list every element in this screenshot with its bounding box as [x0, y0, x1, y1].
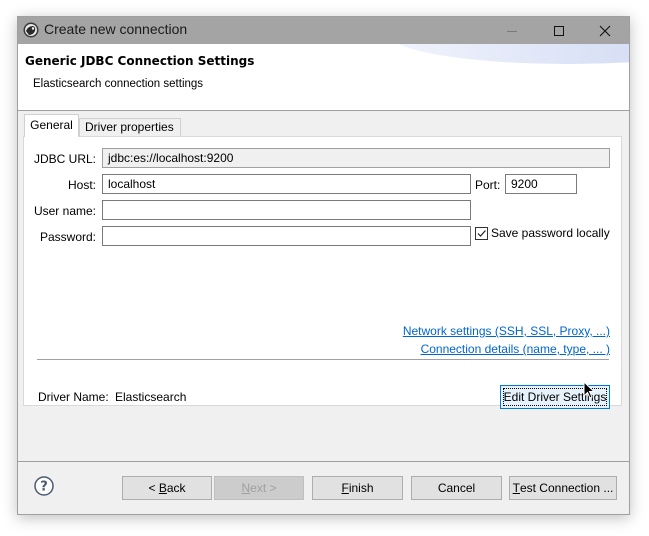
back-prefix: < — [148, 481, 159, 495]
close-icon — [599, 25, 611, 36]
save-password-checkbox[interactable] — [475, 226, 488, 240]
window-title: Create new connection — [44, 21, 188, 37]
back-rest: ack — [166, 481, 186, 495]
minimize-icon — [507, 30, 517, 32]
tab-general[interactable]: General — [24, 114, 79, 137]
wizard-header: Generic JDBC Connection Settings Elastic… — [18, 44, 629, 111]
cancel-button[interactable]: Cancel — [411, 476, 502, 500]
username-label: User name: — [33, 204, 96, 218]
page-description: Elasticsearch connection settings — [33, 78, 204, 90]
driver-name-label: Driver Name: — [38, 390, 109, 404]
next-button[interactable]: Next > — [214, 476, 304, 500]
finish-mnemonic: F — [341, 481, 349, 495]
divider — [37, 359, 609, 360]
password-label: Password: — [39, 230, 96, 244]
general-tab-panel: JDBC URL: jdbc:es://localhost:9200 Host:… — [23, 136, 622, 409]
checkmark-icon — [477, 229, 486, 237]
back-mnemonic: B — [158, 481, 167, 495]
tab-driver-properties[interactable]: Driver properties — [79, 118, 181, 136]
back-button[interactable]: < Back — [122, 476, 212, 500]
svg-text:?: ? — [40, 480, 48, 495]
test-mnemonic: T — [512, 481, 520, 495]
username-input[interactable] — [102, 200, 471, 220]
test-connection-button[interactable]: Test Connection ... — [509, 476, 617, 500]
save-password-label: Save password locally — [491, 226, 610, 240]
page-title: Generic JDBC Connection Settings — [25, 54, 255, 68]
maximize-icon — [554, 25, 564, 36]
jdbc-url-field[interactable]: jdbc:es://localhost:9200 — [102, 148, 610, 168]
title-bar[interactable]: Create new connection — [18, 17, 629, 44]
finish-rest: inish — [348, 481, 374, 495]
connection-details-link[interactable]: Connection details (name, type, ... ) — [421, 342, 610, 356]
host-label: Host: — [67, 178, 96, 192]
help-icon[interactable]: ? — [34, 476, 54, 496]
save-password-checkbox-row[interactable]: Save password locally — [475, 226, 610, 240]
port-label: Port: — [475, 178, 501, 192]
test-rest: est Connection ... — [519, 481, 614, 495]
driver-name-value: Elasticsearch — [115, 390, 187, 404]
footer-divider — [18, 461, 629, 462]
dbeaver-beaver-icon — [23, 22, 39, 38]
mouse-cursor-icon — [583, 381, 595, 399]
password-input[interactable] — [102, 226, 471, 246]
next-mnemonic: N — [241, 481, 251, 495]
network-settings-link[interactable]: Network settings (SSH, SSL, Proxy, ...) — [403, 324, 610, 338]
close-button[interactable] — [582, 17, 628, 44]
minimize-button[interactable] — [489, 17, 535, 44]
header-banner-graphic — [388, 44, 629, 64]
create-connection-dialog: Create new connection Generic JDBC Conne… — [17, 16, 630, 515]
finish-button[interactable]: Finish — [312, 476, 403, 500]
next-rest: ext > — [250, 481, 277, 495]
jdbc-url-label: JDBC URL: — [33, 152, 96, 166]
maximize-button[interactable] — [536, 17, 582, 44]
port-input[interactable]: 9200 — [505, 174, 577, 194]
host-input[interactable]: localhost — [102, 174, 471, 194]
